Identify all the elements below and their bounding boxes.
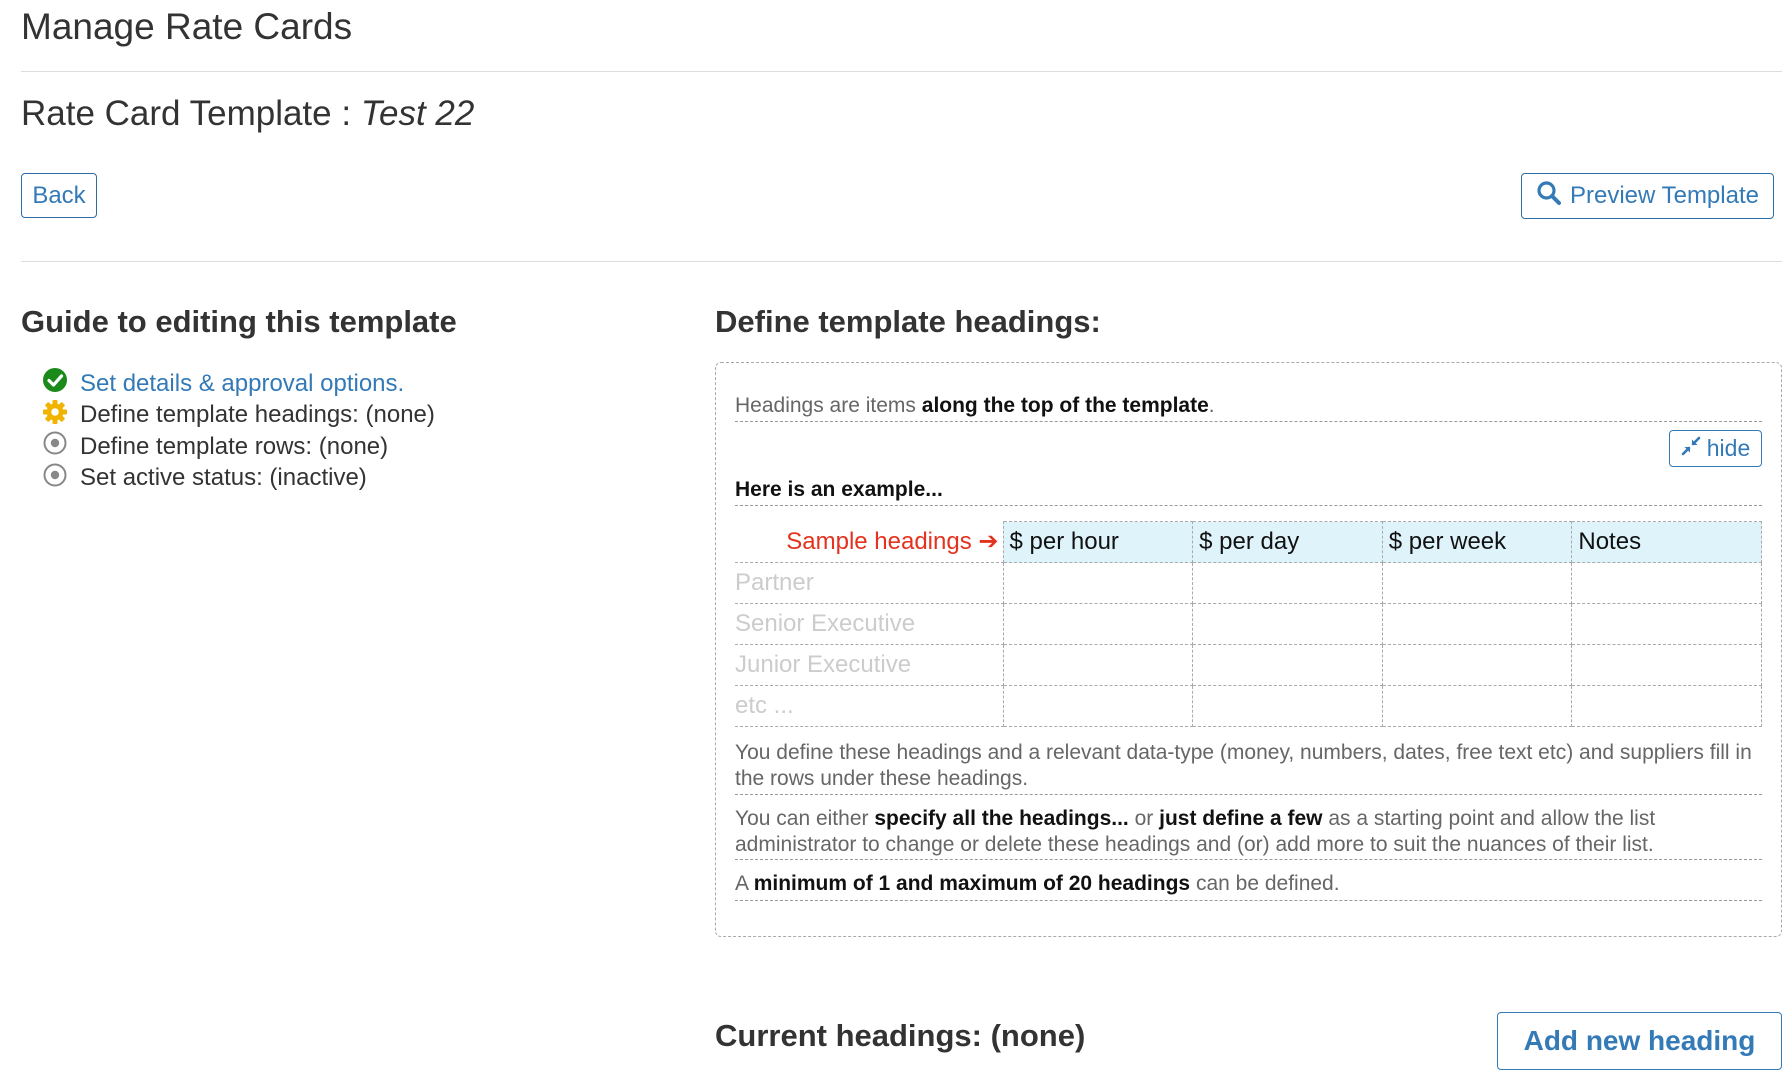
options-text-d: just define a few — [1159, 807, 1323, 830]
divider — [21, 261, 1782, 262]
check-circle-icon — [42, 367, 68, 400]
example-header-row: Sample headings ➔ $ per hour $ per day $… — [735, 521, 1762, 563]
divider — [735, 421, 1762, 422]
radio-dot-icon — [42, 462, 68, 495]
example-heading-cell: $ per day — [1192, 521, 1383, 563]
example-cell — [1381, 644, 1573, 686]
headings-explanation: You define these headings and a relevant… — [735, 741, 1752, 790]
example-cell — [1192, 603, 1383, 645]
example-cell — [1571, 644, 1762, 686]
guide-step-rows-label: Define template rows: (none) — [80, 432, 389, 460]
example-heading-cell: Notes — [1571, 521, 1762, 563]
options-text-b: specify all the headings... — [874, 807, 1129, 830]
guide-step-rows: Define template rows: (none) — [42, 431, 435, 463]
divider — [735, 794, 1762, 795]
example-cell — [1192, 562, 1383, 604]
preview-template-button[interactable]: Preview Template — [1521, 173, 1774, 219]
sample-headings-text: Sample headings — [786, 528, 972, 556]
example-row-label: Junior Executive — [735, 644, 1004, 686]
divider — [735, 505, 1762, 506]
headings-intro: Headings are items along the top of the … — [735, 394, 1215, 418]
arrow-right-icon: ➔ — [978, 528, 999, 556]
current-headings-title: Current headings: (none) — [715, 1018, 1086, 1053]
guide-step-status-label: Set active status: (inactive) — [80, 464, 367, 492]
guide-steps: Set details & approval options. Define t — [42, 368, 435, 494]
example-cell — [1571, 685, 1762, 727]
define-headings-title: Define template headings: — [715, 304, 1101, 339]
example-cell — [1002, 603, 1194, 645]
example-row: Junior Executive — [735, 644, 1762, 686]
example-label: Here is an example... — [735, 478, 943, 501]
example-cell — [1381, 562, 1573, 604]
example-row: Senior Executive — [735, 603, 1762, 645]
example-cell — [1002, 562, 1194, 604]
template-title: Rate Card Template : Test 22 — [21, 94, 474, 134]
template-name: Test 22 — [360, 94, 475, 133]
example-heading-cell: $ per week — [1381, 521, 1573, 563]
example-cell — [1381, 603, 1573, 645]
preview-template-label: Preview Template — [1570, 182, 1759, 209]
search-icon — [1536, 180, 1562, 213]
example-row: etc ... — [735, 685, 1762, 727]
radio-dot-icon — [42, 430, 68, 463]
options-text-c: or — [1128, 807, 1160, 830]
options-text-a: You can either — [735, 807, 875, 830]
guide-step-status: Set active status: (inactive) — [42, 463, 435, 495]
divider — [735, 900, 1762, 901]
guide-title: Guide to editing this template — [21, 304, 457, 339]
example-row: Partner — [735, 562, 1762, 604]
example-cell — [1192, 644, 1383, 686]
example-cell — [1381, 685, 1573, 727]
divider — [735, 859, 1762, 860]
guide-step-details: Set details & approval options. — [42, 368, 435, 400]
headings-limit-text: A minimum of 1 and maximum of 20 heading… — [735, 871, 1762, 897]
example-row-label: Senior Executive — [735, 603, 1004, 645]
page-title: Manage Rate Cards — [21, 6, 353, 47]
limit-text-c: can be defined. — [1190, 872, 1340, 895]
hide-button[interactable]: hide — [1669, 430, 1762, 467]
example-row-label: etc ... — [735, 685, 1004, 727]
example-heading-cell: $ per hour — [1002, 521, 1194, 563]
guide-step-headings: Define template headings: (none) — [42, 399, 435, 432]
headings-options-text: You can either specify all the headings.… — [735, 806, 1762, 858]
guide-step-details-link[interactable]: Set details & approval options. — [80, 370, 404, 398]
sample-headings-label: Sample headings ➔ — [735, 521, 1004, 563]
example-cell — [1192, 685, 1383, 727]
example-cell — [1571, 562, 1762, 604]
example-table: Sample headings ➔ $ per hour $ per day $… — [735, 521, 1762, 727]
limit-text-a: A — [735, 872, 754, 895]
gear-icon — [42, 399, 68, 432]
hide-label: hide — [1706, 435, 1751, 461]
compress-icon — [1681, 435, 1701, 462]
example-cell — [1571, 603, 1762, 645]
limit-text-b: minimum of 1 and maximum of 20 headings — [753, 872, 1191, 895]
back-button[interactable]: Back — [21, 173, 97, 218]
example-cell — [1002, 644, 1194, 686]
example-cell — [1002, 685, 1194, 727]
divider — [21, 71, 1782, 72]
intro-text: Headings are items — [735, 394, 922, 417]
intro-bold-text: along the top of the template — [921, 394, 1209, 417]
guide-step-headings-label: Define template headings: (none) — [80, 401, 435, 429]
example-row-label: Partner — [735, 562, 1004, 604]
add-new-heading-button[interactable]: Add new heading — [1497, 1012, 1782, 1070]
template-title-prefix: Rate Card Template : — [21, 94, 361, 133]
intro-suffix: . — [1208, 394, 1215, 417]
